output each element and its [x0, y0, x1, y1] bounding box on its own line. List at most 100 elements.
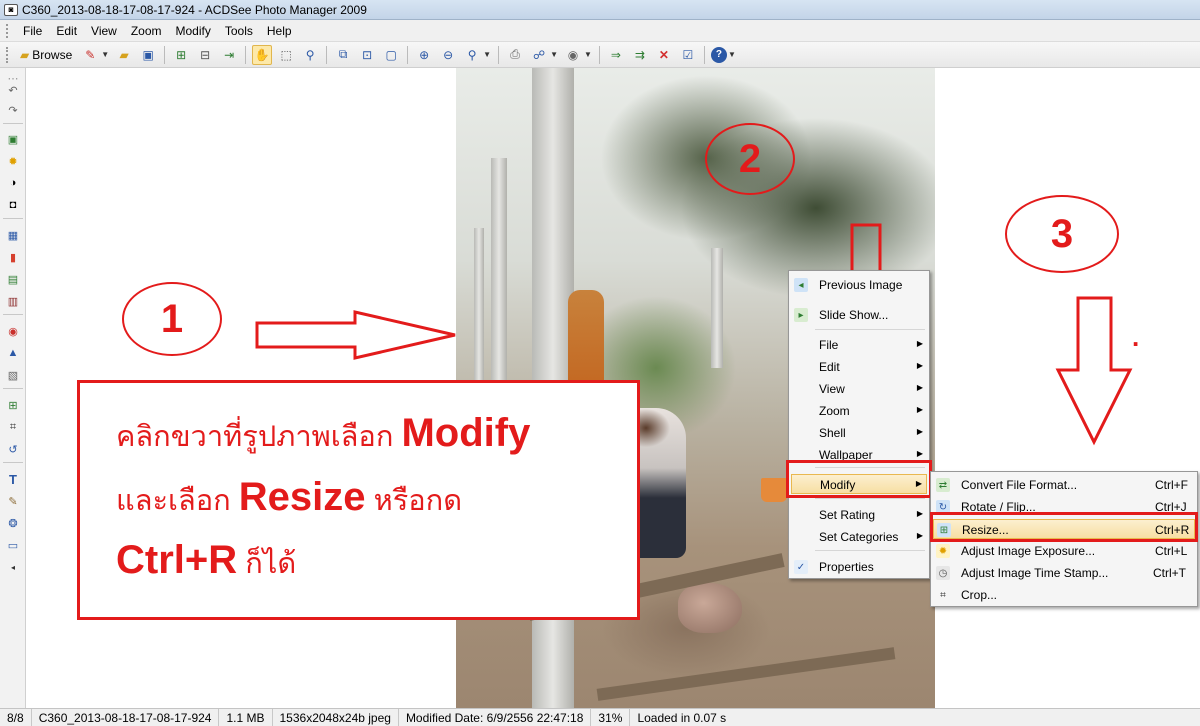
print-icon[interactable]: ⎙ [505, 45, 525, 65]
effects-tool-icon[interactable]: ❂ [4, 515, 22, 531]
histogram-icon[interactable]: ▮ [4, 249, 22, 265]
ctx-previous-image-label: Previous Image [819, 278, 903, 292]
ctx-edit[interactable]: Edit ▶ [791, 357, 927, 377]
share-icon[interactable]: ☍ [529, 45, 549, 65]
ctx-set-rating[interactable]: Set Rating ▶ [791, 505, 927, 525]
help-icon[interactable]: ? [710, 46, 727, 63]
export-icon[interactable]: ⇥ [219, 45, 239, 65]
help-dropdown-icon[interactable]: ▼ [728, 50, 736, 59]
ctx-slide-show-label: Slide Show... [819, 308, 889, 322]
browse-button[interactable]: ▰ Browse [16, 45, 76, 65]
menu-edit[interactable]: Edit [49, 21, 84, 41]
ctx-slide-show[interactable]: ▸ Slide Show... [791, 305, 927, 325]
ctx-properties-label: Properties [819, 560, 874, 574]
ctx-view[interactable]: View ▶ [791, 379, 927, 399]
submenu-adjust-exposure[interactable]: ✹ Adjust Image Exposure... Ctrl+L [933, 541, 1195, 561]
browse-folder-icon: ▰ [20, 47, 30, 62]
toolbar-separator [326, 45, 328, 64]
edit-tools-icon[interactable]: ✎ [80, 45, 100, 65]
properties-toolbar-icon[interactable]: ☑ [678, 45, 698, 65]
open-folder-icon[interactable]: ▰ [114, 45, 134, 65]
disc-dropdown-icon[interactable]: ▼ [584, 50, 592, 59]
edit-tools-dropdown-icon[interactable]: ▼ [101, 50, 109, 59]
modify-highlight-frame [786, 460, 932, 498]
submenu-crop[interactable]: ⌗ Crop... [933, 585, 1195, 605]
save-icon[interactable]: ▣ [138, 45, 158, 65]
strip-separator [3, 218, 23, 219]
rotate-tool-icon[interactable]: ↺ [4, 441, 22, 457]
main-toolbar: ▰ Browse ✎ ▼ ▰ ▣ ⊞ ⊟ ⇥ ✋ ⬚ ⚲ ⧉ ⊡ ▢ ⊕ ⊖ ⚲ ▼… [0, 42, 1200, 68]
submenu-arrow-icon: ▶ [916, 449, 923, 458]
select-tool-icon[interactable]: ⬚ [276, 45, 296, 65]
strip-separator [3, 388, 23, 389]
ctx-set-categories[interactable]: Set Categories ▶ [791, 527, 927, 547]
submenu-arrow-icon: ▶ [916, 405, 923, 414]
hand-tool-icon[interactable]: ✋ [252, 44, 273, 65]
magnifier-icon[interactable]: ⚲ [300, 45, 320, 65]
ctx-zoom[interactable]: Zoom ▶ [791, 401, 927, 421]
levels-icon[interactable]: ▦ [4, 227, 22, 243]
rotate-right-icon[interactable]: ↷ [4, 102, 22, 118]
ctx-edit-label: Edit [819, 360, 840, 374]
delete-icon[interactable]: ✕ [654, 45, 674, 65]
submenu-timestamp-shortcut: Ctrl+T [1153, 566, 1186, 580]
fit-window-icon[interactable]: ⧉ [333, 45, 353, 65]
step-1-number: 1 [160, 296, 184, 341]
brightness-icon[interactable]: ✹ [4, 153, 22, 169]
color-balance-icon[interactable]: ▤ [4, 271, 22, 287]
instruction-line-3-text: ก็ได้ [237, 548, 297, 580]
more-tools-icon[interactable]: ◂ [4, 559, 22, 575]
toolbar-separator [164, 45, 166, 64]
instruction-line-2-text-a: และเลือก [116, 485, 239, 517]
copy-to-icon[interactable]: ⇉ [630, 45, 650, 65]
toolbar-separator [598, 45, 600, 64]
menu-view[interactable]: View [84, 21, 124, 41]
left-tool-strip: ⋯ ↶ ↷ ▣ ✹ ◑ ◘ ▦ ▮ ▤ ▥ ◉ ▲ ▧ ⊞ ⌗ ↺ T ✎ ❂ … [0, 68, 26, 708]
border-tool-icon[interactable]: ▭ [4, 537, 22, 553]
submenu-arrow-icon: ▶ [916, 531, 923, 540]
menubar-grip[interactable] [6, 23, 10, 38]
zoom-menu-icon[interactable]: ⚲ [462, 45, 482, 65]
wooden-board [596, 647, 896, 701]
batch-icon[interactable]: ⊟ [195, 45, 215, 65]
tone-curve-icon[interactable]: ▥ [4, 293, 22, 309]
noise-icon[interactable]: ▧ [4, 367, 22, 383]
submenu-adjust-time-stamp[interactable]: ◷ Adjust Image Time Stamp... Ctrl+T [933, 563, 1195, 583]
ctx-previous-image[interactable]: ◂ Previous Image [791, 275, 927, 295]
actual-size-icon[interactable]: ▢ [381, 45, 401, 65]
menu-modify[interactable]: Modify [169, 21, 218, 41]
ctx-file[interactable]: File ▶ [791, 335, 927, 355]
sharpen-icon[interactable]: ▲ [4, 345, 22, 361]
zoom-in-icon[interactable]: ⊕ [414, 45, 434, 65]
zoom-out-icon[interactable]: ⊖ [438, 45, 458, 65]
ctx-shell[interactable]: Shell ▶ [791, 423, 927, 443]
status-load-time: Loaded in 0.07 s [637, 710, 727, 725]
repair-tool-icon[interactable]: ✎ [4, 493, 22, 509]
contrast-icon[interactable]: ◑ [4, 175, 22, 191]
ctx-properties[interactable]: ✓ Properties [791, 557, 927, 577]
zoom-dropdown-icon[interactable]: ▼ [483, 50, 491, 59]
step-3-number: 3 [1050, 211, 1074, 256]
submenu-convert-file-format[interactable]: ⇄ Convert File Format... Ctrl+F [933, 475, 1195, 495]
move-to-icon[interactable]: ⇒ [606, 45, 626, 65]
acquire-icon[interactable]: ⊞ [171, 45, 191, 65]
menu-tools[interactable]: Tools [218, 21, 260, 41]
menu-help[interactable]: Help [260, 21, 299, 41]
burn-disc-icon[interactable]: ◉ [563, 45, 583, 65]
exposure-icon: ✹ [936, 544, 950, 558]
fit-width-icon[interactable]: ⊡ [357, 45, 377, 65]
menu-zoom[interactable]: Zoom [124, 21, 169, 41]
rock [678, 583, 742, 633]
text-tool-icon[interactable]: T [4, 471, 22, 487]
rotate-left-icon[interactable]: ↶ [4, 82, 22, 98]
image-adjust-icon[interactable]: ▣ [4, 131, 22, 147]
toolbar-grip[interactable] [6, 46, 10, 63]
share-dropdown-icon[interactable]: ▼ [550, 50, 558, 59]
menu-file[interactable]: File [16, 21, 49, 41]
red-eye-icon[interactable]: ◉ [4, 323, 22, 339]
crop-tool-icon[interactable]: ⌗ [4, 419, 22, 435]
portrait-icon[interactable]: ◘ [4, 197, 22, 213]
resize-tool-icon[interactable]: ⊞ [4, 397, 22, 413]
submenu-timestamp-label: Adjust Image Time Stamp... [961, 566, 1109, 580]
submenu-convert-shortcut: Ctrl+F [1155, 478, 1188, 492]
